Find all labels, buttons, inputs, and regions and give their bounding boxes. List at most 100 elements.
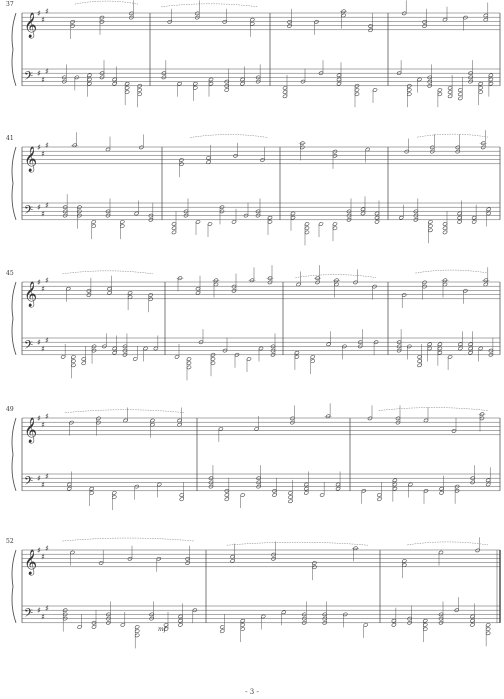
notehead [319, 493, 325, 497]
slur-mark [65, 409, 186, 413]
notehead [303, 486, 309, 491]
notehead [480, 145, 486, 150]
notehead [463, 15, 468, 20]
treble-clef-icon: 𝄞 [24, 417, 37, 443]
notehead [312, 565, 317, 570]
notehead [260, 614, 266, 619]
slur-mark [190, 134, 269, 138]
notehead [288, 491, 293, 495]
notehead [185, 561, 190, 565]
slur-mark [295, 274, 377, 278]
notehead [87, 81, 92, 86]
key-sharp-icon: ♯ [45, 141, 49, 150]
treble-clef-icon: 𝄞 [24, 281, 37, 307]
notehead [112, 81, 117, 86]
notehead [179, 497, 185, 502]
notehead [372, 284, 377, 289]
slur-mark [161, 3, 259, 8]
notehead [485, 627, 491, 631]
notehead [395, 420, 401, 425]
notehead [290, 211, 296, 216]
notehead [455, 145, 461, 150]
key-sharp-icon: ♯ [41, 284, 45, 293]
notehead [267, 280, 273, 285]
notehead [208, 77, 214, 82]
notehead [455, 149, 461, 154]
notehead [194, 15, 200, 20]
notehead [479, 416, 485, 421]
notehead [137, 92, 143, 97]
notehead [312, 561, 317, 565]
notehead [210, 357, 216, 361]
notehead [287, 19, 292, 24]
notehead [374, 211, 380, 216]
notehead [222, 19, 228, 24]
key-sharp-icon: ♯ [45, 7, 49, 16]
notehead [186, 365, 192, 370]
notehead [112, 350, 117, 355]
notehead [86, 288, 92, 293]
notehead [429, 145, 435, 150]
notehead [69, 420, 74, 425]
notehead [231, 288, 237, 293]
notehead [112, 346, 117, 351]
notehead [354, 88, 360, 92]
notehead [186, 361, 192, 366]
notehead [392, 478, 398, 483]
notehead [457, 211, 462, 216]
notehead [148, 293, 154, 297]
notehead [429, 149, 435, 154]
measure-number: 45 [6, 270, 14, 277]
notehead [336, 73, 342, 78]
notehead [332, 226, 338, 231]
dynamic-marking: mf [158, 626, 166, 633]
key-sharp-icon: ♯ [41, 210, 45, 219]
notehead [272, 493, 277, 497]
notehead [326, 342, 331, 347]
notehead [111, 491, 117, 495]
notehead [185, 556, 190, 561]
notehead [240, 623, 246, 627]
notehead [486, 207, 492, 212]
notehead [422, 280, 427, 285]
notehead [66, 482, 72, 487]
notehead [171, 230, 177, 235]
notehead [437, 350, 443, 355]
notehead [179, 158, 184, 162]
notehead [406, 88, 412, 92]
key-sharp-icon: ♯ [41, 481, 45, 490]
notehead [401, 293, 407, 297]
notehead [468, 346, 473, 351]
system-brace [11, 281, 17, 355]
notehead [98, 561, 104, 565]
notehead [488, 81, 494, 86]
notehead [134, 633, 140, 638]
bass-clef-icon: 𝄢 [24, 475, 33, 491]
bass-clef-icon: 𝄢 [24, 70, 33, 86]
notehead [437, 346, 443, 351]
system-brace [11, 146, 17, 220]
notehead [207, 222, 213, 226]
notehead [233, 153, 238, 158]
notehead [246, 357, 252, 361]
notehead [428, 224, 433, 228]
notehead [89, 491, 95, 495]
notehead [127, 556, 133, 561]
notehead [408, 482, 413, 487]
notehead [240, 77, 245, 82]
notehead [422, 24, 427, 28]
notehead [224, 493, 230, 497]
key-sharp-icon: ♯ [45, 276, 49, 285]
notehead [288, 499, 293, 504]
notehead [179, 493, 185, 497]
treble-clef-icon: 𝄞 [24, 146, 37, 172]
notehead [138, 145, 144, 150]
notehead [137, 88, 143, 92]
key-sharp-icon: ♯ [41, 552, 45, 561]
notehead [153, 346, 159, 351]
notehead [457, 220, 462, 224]
notehead [417, 363, 422, 368]
notehead [336, 77, 342, 82]
notehead [282, 90, 288, 94]
key-sharp-icon: ♯ [45, 412, 49, 421]
